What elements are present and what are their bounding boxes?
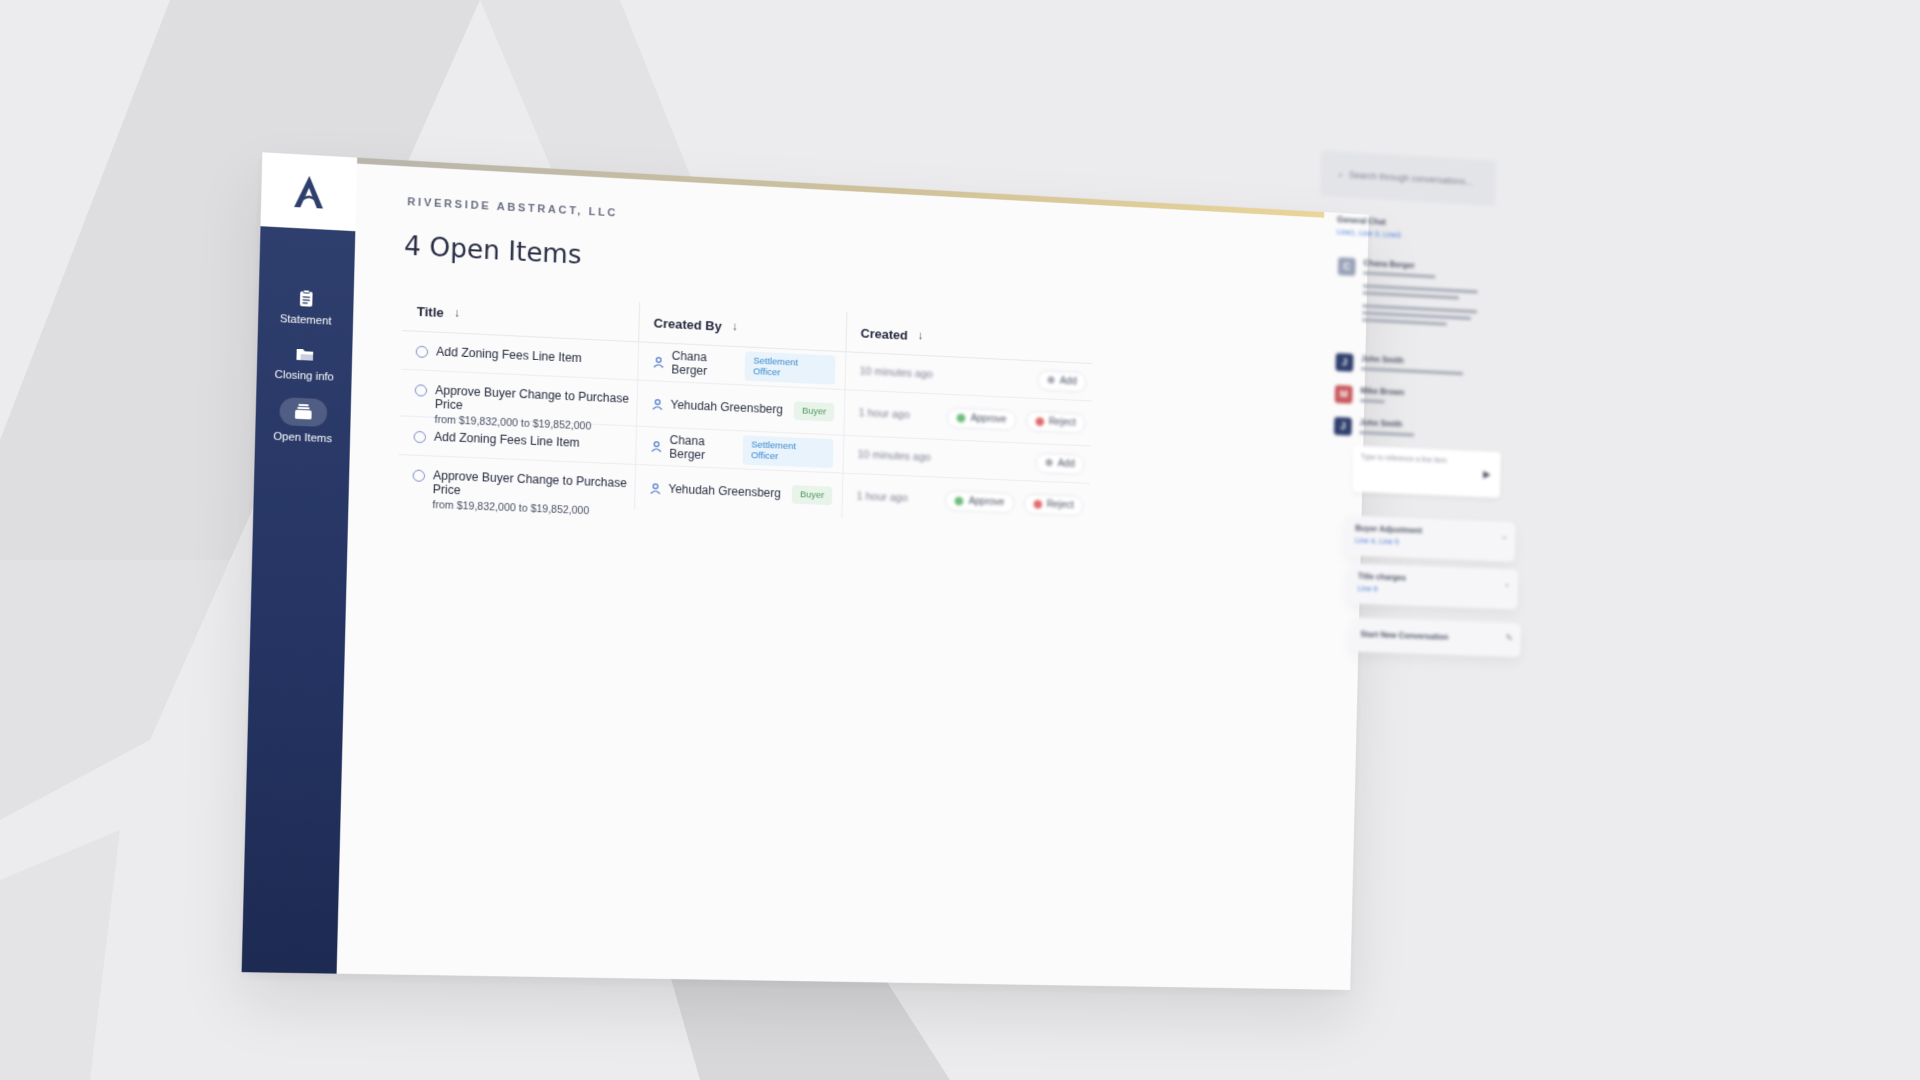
- creator-name: Chana Berger: [669, 433, 706, 462]
- reject-button[interactable]: Reject: [1025, 410, 1086, 434]
- created-time: 10 minutes ago: [859, 365, 933, 381]
- app-stage: Statement Closing info Open Items RIVERS…: [240, 140, 1720, 990]
- person-icon: [650, 440, 662, 452]
- creator-cell: Yehudah Greensberg Buyer: [634, 464, 844, 519]
- item-title: Add Zoning Fees Line Item: [433, 429, 580, 450]
- status-circle-icon[interactable]: [415, 345, 429, 359]
- add-button[interactable]: ⊕ Add: [1037, 369, 1087, 393]
- send-icon[interactable]: ▶: [1483, 469, 1491, 480]
- approve-button[interactable]: Approve: [945, 489, 1015, 513]
- thread-buyer-adjustment[interactable]: Buyer Adjustment Line 4, Line 5 ⌄: [1344, 515, 1516, 562]
- created-cell: 1 hour ago Approve Reject: [842, 474, 1089, 528]
- message: C Chana Berger: [1337, 257, 1484, 327]
- sidebar-item-label: Statement: [279, 313, 332, 328]
- open-items-table: Title ↓ Created By ↓ Created ↓ Add Zonin…: [397, 290, 1094, 528]
- thread-line-links[interactable]: Line 4, Line 5: [1355, 536, 1506, 551]
- conversation-search-input[interactable]: ⌕ Search through conversations...: [1319, 150, 1497, 207]
- active-indicator: [279, 397, 328, 428]
- button-label: Add: [1059, 375, 1077, 387]
- column-header-label: Title: [416, 303, 444, 320]
- start-new-conversation-button[interactable]: Start New Conversation ✎: [1350, 617, 1521, 658]
- app-logo[interactable]: [260, 152, 358, 232]
- compose-icon: ✎: [1505, 632, 1513, 643]
- add-icon: ⊕: [1044, 457, 1054, 469]
- person-icon: [652, 356, 664, 368]
- sort-arrow-icon[interactable]: ↓: [454, 306, 460, 320]
- company-name: RIVERSIDE ABSTRACT, LLC: [407, 196, 619, 220]
- button-label: Start New Conversation: [1360, 629, 1449, 642]
- sort-arrow-icon[interactable]: ↓: [731, 319, 737, 333]
- reject-icon: [1035, 416, 1044, 426]
- sidebar: Statement Closing info Open Items: [241, 226, 356, 974]
- creator-cell: Yehudah Greensberg Buyer: [637, 380, 846, 435]
- thread-title-charges[interactable]: Title charges Line 6 ⌄: [1347, 563, 1519, 610]
- conversation-panel: ⌕ Search through conversations... Genera…: [1309, 144, 1521, 670]
- approve-button[interactable]: Approve: [947, 406, 1017, 431]
- row-actions: ⊕ Add: [1035, 452, 1085, 475]
- role-badge: Buyer: [791, 484, 833, 505]
- avatar: M: [1334, 384, 1353, 404]
- status-circle-icon[interactable]: [414, 384, 428, 397]
- created-time: 1 hour ago: [856, 490, 908, 505]
- approve-icon: [956, 413, 966, 423]
- search-placeholder: Search through conversations...: [1348, 169, 1473, 187]
- button-label: Reject: [1048, 416, 1076, 429]
- reply-input[interactable]: Type to reference a line item ▶: [1352, 445, 1501, 498]
- reject-button[interactable]: Reject: [1023, 493, 1084, 516]
- creator-name: Yehudah Greensberg: [668, 481, 781, 501]
- created-time: 1 hour ago: [858, 407, 910, 422]
- inbox-icon: [294, 403, 312, 420]
- sidebar-item-statement[interactable]: Statement: [258, 286, 354, 329]
- app-window: Statement Closing info Open Items RIVERS…: [241, 152, 1369, 990]
- main-content: RIVERSIDE ABSTRACT, LLC 4 Open Items Tit…: [337, 164, 1369, 990]
- search-icon: ⌕: [1338, 168, 1344, 179]
- role-badge: Buyer: [793, 400, 835, 422]
- add-button[interactable]: ⊕ Add: [1035, 452, 1085, 475]
- button-label: Add: [1057, 458, 1075, 470]
- role-badge: Settlement Officer: [742, 435, 834, 469]
- row-actions: Approve Reject: [945, 489, 1084, 516]
- person-icon: [649, 482, 661, 494]
- item-title: Add Zoning Fees Line Item: [436, 344, 582, 366]
- row-actions: Approve Reject: [947, 406, 1086, 434]
- logo-a-icon: [294, 175, 324, 209]
- add-icon: ⊕: [1046, 374, 1056, 386]
- chevron-down-icon[interactable]: ⌄: [1504, 579, 1511, 588]
- avatar: C: [1337, 257, 1356, 277]
- folder-icon: [296, 348, 314, 361]
- sidebar-item-label: Closing info: [274, 368, 335, 384]
- column-header-label: Created: [860, 325, 908, 343]
- sidebar-item-label: Open Items: [273, 430, 333, 446]
- role-badge: Settlement Officer: [744, 351, 836, 385]
- status-circle-icon[interactable]: [413, 430, 427, 444]
- thread-line-links[interactable]: Line 6: [1358, 584, 1509, 598]
- clipboard-icon: [300, 290, 314, 308]
- item-title: Approve Buyer Change to Purchase Price: [432, 468, 627, 498]
- button-label: Reject: [1046, 498, 1074, 511]
- status-circle-icon[interactable]: [412, 469, 426, 482]
- avatar: J: [1335, 352, 1354, 372]
- button-label: Approve: [968, 495, 1005, 508]
- button-label: Approve: [970, 412, 1007, 425]
- sort-arrow-icon[interactable]: ↓: [917, 329, 923, 343]
- column-header-label: Created By: [653, 315, 722, 334]
- sidebar-item-closing-info[interactable]: Closing info: [257, 342, 353, 384]
- reject-icon: [1033, 499, 1042, 509]
- title-cell: Approve Buyer Change to Purchase Price f…: [397, 455, 637, 517]
- person-icon: [651, 398, 663, 410]
- conversation-panel-content: ⌕ Search through conversations... Genera…: [1319, 144, 1521, 658]
- creator-name: Yehudah Greensberg: [670, 397, 784, 417]
- row-actions: ⊕ Add: [1037, 369, 1087, 393]
- chevron-down-icon[interactable]: ⌄: [1501, 532, 1508, 541]
- creator-name: Chana Berger: [671, 348, 708, 378]
- created-time: 10 minutes ago: [857, 448, 931, 464]
- approve-icon: [954, 496, 964, 506]
- page-title: 4 Open Items: [403, 231, 582, 271]
- avatar: J: [1333, 416, 1352, 436]
- sidebar-item-open-items[interactable]: Open Items: [255, 396, 351, 446]
